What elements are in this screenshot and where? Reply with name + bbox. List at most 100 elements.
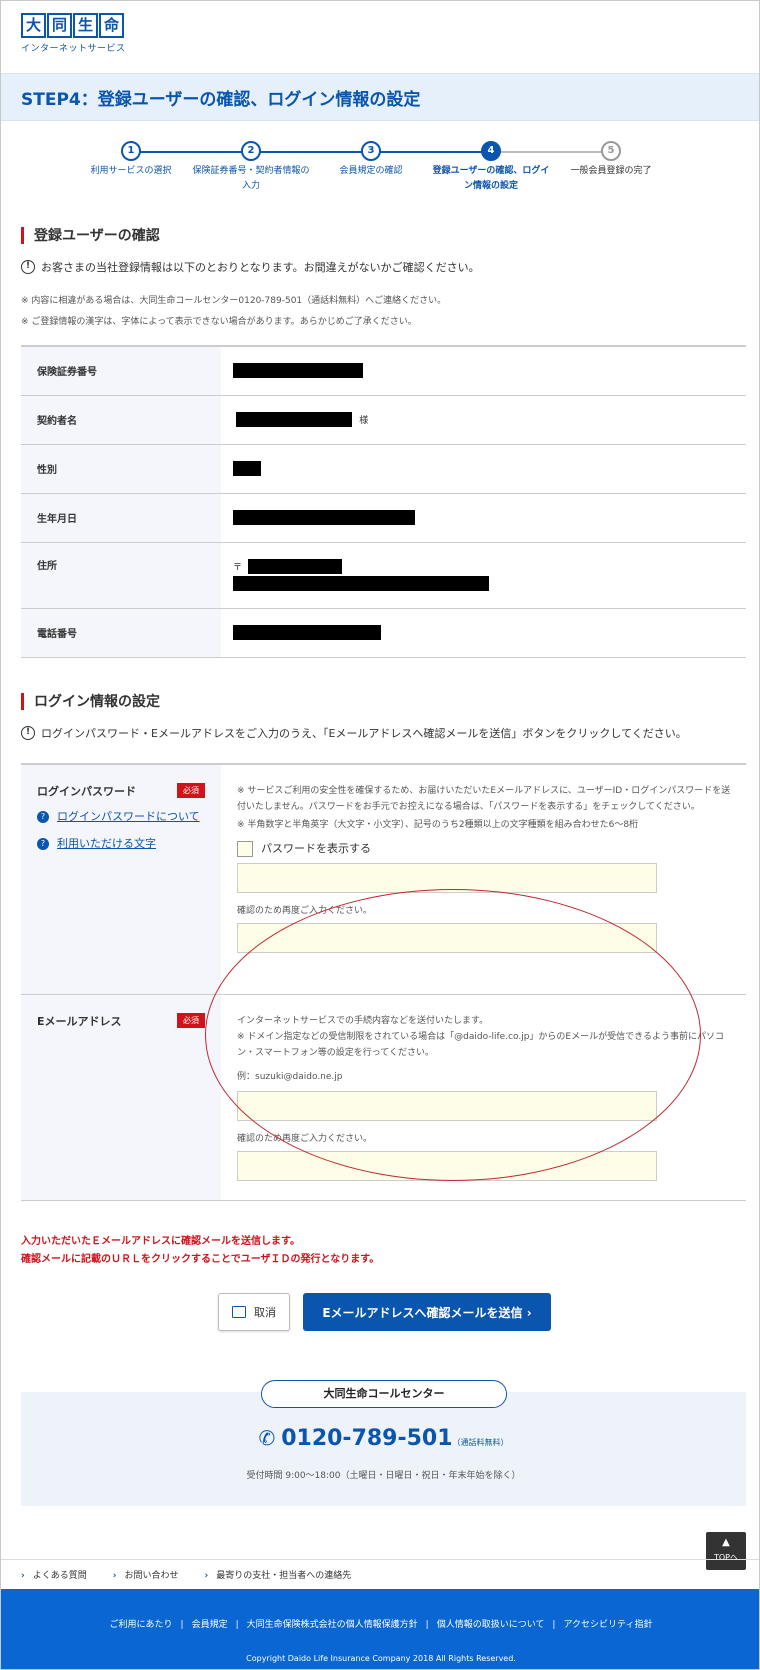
step-label: 利用サービスの選択 xyxy=(90,166,172,176)
redacted-value xyxy=(248,559,343,574)
table-row: 保険証券番号 xyxy=(21,345,746,396)
cancel-label: 取消 xyxy=(254,1306,276,1319)
subnav-branch-contact[interactable]: 最寄りの支社・担当者への連絡先 xyxy=(204,1568,351,1581)
step-number: 2 xyxy=(241,141,261,161)
required-badge: 必須 xyxy=(177,783,205,798)
footer-link[interactable]: アクセシビリティ指針 xyxy=(563,1620,652,1630)
footer-separator: | xyxy=(180,1620,184,1630)
postal-line: 〒 xyxy=(233,559,746,574)
logo-char: 命 xyxy=(99,13,124,38)
footer: ご利用にあたり | 会員規定 | 大同生命保険株式会社の個人情報保護方針 | 個人情報の取扱… xyxy=(1,1589,759,1669)
title-bar: STEP4：登録ユーザーの確認、ログイン情報の設定 xyxy=(1,73,759,121)
row-value xyxy=(221,493,746,543)
step-label: 一般会員登録の完了 xyxy=(570,166,652,176)
table-row: 性別 xyxy=(21,444,746,494)
email-desc-1: インターネットサービスでの手続内容などを送付いたします。 xyxy=(237,1016,489,1026)
logo-char: 生 xyxy=(73,13,98,38)
redacted-value xyxy=(233,625,381,640)
user-note-2: ※ ご登録情報の漢字は、字体によって表示できない場合があります。あらかじめご了承… xyxy=(21,317,417,327)
step-number: 3 xyxy=(361,141,381,161)
email-value-cell: インターネットサービスでの手続内容などを送付いたします。 ※ ドメイン指定などの… xyxy=(221,995,746,1200)
login-notice: ! ログインパスワード・Eメールアドレスをご入力のうえ、「Eメールアドレスへ確認… xyxy=(21,725,687,741)
footer-separator: | xyxy=(425,1620,429,1630)
question-icon: ? xyxy=(37,838,49,850)
password-confirm-input[interactable] xyxy=(237,923,657,953)
help-link-text[interactable]: 利用いただける文字 xyxy=(57,836,156,851)
step-label: 登録ユーザーの確認、ログイン情報の設定 xyxy=(432,166,550,191)
confirm-label: 確認のため再度ご入力ください。 xyxy=(237,906,373,916)
subnav-faq[interactable]: よくある質問 xyxy=(21,1568,87,1581)
row-value: 〒 xyxy=(221,542,746,609)
password-label-cell: ログインパスワード 必須 ? ログインパスワードについて ? 利用いただける文字 xyxy=(21,765,221,994)
cancel-button[interactable]: 取消 xyxy=(218,1293,290,1331)
header: 大 同 生 命 インターネットサービス xyxy=(1,1,759,73)
row-value: 様 xyxy=(221,395,746,445)
footer-link[interactable]: ご利用にあたり xyxy=(110,1620,173,1630)
email-confirm-input[interactable] xyxy=(237,1151,657,1181)
send-confirmation-button[interactable]: Eメールアドレスへ確認メールを送信 › xyxy=(303,1293,551,1331)
password-input[interactable] xyxy=(237,863,657,893)
send-notice-line-1: 入力いただいたＥメールアドレスに確認メールを送信します。 xyxy=(21,1236,300,1247)
footer-separator: | xyxy=(235,1620,239,1630)
checkbox-box[interactable] xyxy=(237,841,253,857)
alert-icon: ! xyxy=(21,260,35,274)
logo[interactable]: 大 同 生 命 xyxy=(21,13,759,38)
footer-link[interactable]: 会員規定 xyxy=(192,1620,228,1630)
redacted-value xyxy=(233,510,415,525)
address-line xyxy=(233,576,746,591)
email-input[interactable] xyxy=(237,1091,657,1121)
progress-steps: 1 利用サービスの選択 2 保険証券番号・契約者情報の入力 3 会員規定の確認 … xyxy=(71,141,691,201)
footer-link[interactable]: 個人情報の取扱いについて xyxy=(437,1620,545,1630)
row-label: 性別 xyxy=(21,444,221,494)
logo-char: 大 xyxy=(21,13,46,38)
help-link-password[interactable]: ? ログインパスワードについて xyxy=(37,809,207,824)
password-desc-2: ※ 半角数字と半角英字（大文字・小文字）、記号のうち2種類以上の文字種類を組み合… xyxy=(237,820,639,830)
call-center-title: 大同生命コールセンター xyxy=(261,1380,507,1408)
checkbox-label[interactable]: パスワードを表示する xyxy=(261,841,371,857)
subnav-contact[interactable]: お問い合わせ xyxy=(113,1568,178,1581)
question-icon: ? xyxy=(37,811,49,823)
phone-number[interactable]: 0120-789-501 xyxy=(281,1426,452,1451)
step-number: 5 xyxy=(601,141,621,161)
step-label: 会員規定の確認 xyxy=(339,166,403,176)
section-heading-user: 登録ユーザーの確認 xyxy=(21,225,160,245)
table-row: 電話番号 xyxy=(21,608,746,658)
call-center-number[interactable]: ✆ 0120-789-501（通話料無料） xyxy=(21,1426,746,1451)
redacted-value xyxy=(233,461,261,476)
send-notice-line-2: 確認メールに記載のＵＲＬをクリックすることでユーザＩＤの発行となります。 xyxy=(21,1254,380,1265)
password-value-cell: ※ サービスご利用の安全性を確保するため、お届けいただいたEメールアドレスに、ユ… xyxy=(221,765,746,994)
row-label: 住所 xyxy=(21,542,221,609)
confirm-label: 確認のため再度ご入力ください。 xyxy=(237,1134,373,1144)
row-label: 電話番号 xyxy=(21,608,221,658)
step-1: 1 利用サービスの選択 xyxy=(71,141,191,179)
notice-text: ログインパスワード・Eメールアドレスをご入力のうえ、「Eメールアドレスへ確認メー… xyxy=(41,727,687,740)
logo-char: 同 xyxy=(47,13,72,38)
page-title: STEP4：登録ユーザーの確認、ログイン情報の設定 xyxy=(21,89,421,110)
row-value xyxy=(221,444,746,494)
heading-bar xyxy=(21,226,24,244)
footer-links: ご利用にあたり | 会員規定 | 大同生命保険株式会社の個人情報保護方針 | 個人情報の取扱… xyxy=(1,1617,759,1630)
help-link-characters[interactable]: ? 利用いただける文字 xyxy=(37,836,207,851)
cancel-icon xyxy=(232,1306,246,1318)
row-value xyxy=(221,345,746,396)
redacted-value xyxy=(233,363,363,379)
notice-text: お客さまの当社登録情報は以下のとおりとなります。お間違えがないかご確認ください。 xyxy=(41,261,480,274)
sub-navigation: よくある質問 お問い合わせ 最寄りの支社・担当者への連絡先 xyxy=(1,1559,759,1589)
phone-icon: ✆ xyxy=(258,1426,276,1450)
heading-bar xyxy=(21,692,24,710)
step-2: 2 保険証券番号・契約者情報の入力 xyxy=(191,141,311,194)
row-value xyxy=(221,608,746,658)
table-row: 住所 〒 xyxy=(21,542,746,609)
postal-mark: 〒 xyxy=(233,562,243,573)
alert-icon: ! xyxy=(21,726,35,740)
arrow-up-icon: ▲ xyxy=(722,1537,730,1548)
email-label-cell: Eメールアドレス 必須 xyxy=(21,995,221,1200)
honorific: 様 xyxy=(359,415,369,426)
redacted-value xyxy=(236,412,352,427)
help-link-text[interactable]: ログインパスワードについて xyxy=(57,809,200,824)
footer-link[interactable]: 大同生命保険株式会社の個人情報保護方針 xyxy=(247,1620,418,1630)
redacted-value xyxy=(233,576,489,591)
login-form: ログインパスワード 必須 ? ログインパスワードについて ? 利用いただける文字… xyxy=(21,763,746,1201)
show-password-checkbox[interactable]: パスワードを表示する xyxy=(237,841,732,857)
send-notice: 入力いただいたＥメールアドレスに確認メールを送信します。 確認メールに記載のＵＲ… xyxy=(21,1233,379,1269)
